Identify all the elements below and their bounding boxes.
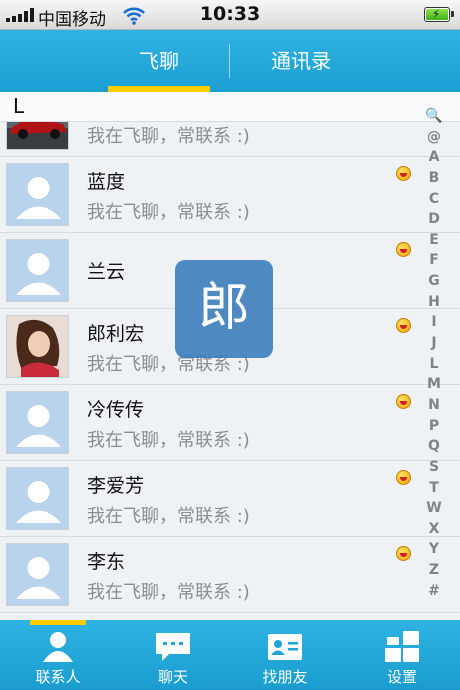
bottom-tab-find-friends[interactable]: 找朋友: [240, 620, 330, 690]
index-letter[interactable]: Q: [422, 436, 446, 457]
index-letter[interactable]: #: [422, 581, 446, 602]
index-letter[interactable]: G: [422, 271, 446, 292]
index-letter[interactable]: H: [422, 292, 446, 313]
settings-grid-icon: [385, 631, 419, 662]
contact-name: 蓝度: [87, 171, 126, 193]
contact-name: 冷传传: [87, 399, 145, 421]
top-tab-bar: 飞聊 通讯录: [0, 30, 460, 92]
index-letter[interactable]: L: [422, 354, 446, 375]
contact-status: 我在飞聊，常联系 :): [87, 202, 250, 223]
tab-contacts[interactable]: 通讯录: [226, 30, 376, 92]
contact-status: 我在飞聊，常联系 :): [87, 582, 250, 603]
tab-feiliao[interactable]: 飞聊: [84, 30, 234, 92]
index-letter[interactable]: D: [422, 209, 446, 230]
contact-row[interactable]: 李东 我在飞聊，常联系 :): [0, 537, 460, 613]
chat-bubble-icon: [156, 633, 190, 661]
index-letter[interactable]: A: [422, 147, 446, 168]
index-letter[interactable]: B: [422, 168, 446, 189]
contact-name: 李东: [87, 551, 126, 573]
online-smiley-icon: [396, 546, 411, 561]
bottom-tab-label: 找朋友: [262, 668, 308, 686]
index-letter[interactable]: N: [422, 395, 446, 416]
status-bar: 中国移动 10:33 ⚡: [0, 0, 460, 30]
contact-name: 兰云: [87, 261, 126, 283]
contact-name: 郎利宏: [87, 323, 145, 345]
contact-row[interactable]: 冷传传 我在飞聊，常联系 :): [0, 385, 460, 461]
bottom-tab-settings[interactable]: 设置: [357, 620, 447, 690]
index-letter[interactable]: E: [422, 230, 446, 251]
alphabet-index-bar[interactable]: 🔍 @ A B C D E F G H I J L M N P Q S T W X Y Z #: [422, 106, 446, 601]
index-letter[interactable]: T: [422, 478, 446, 499]
index-letter[interactable]: S: [422, 457, 446, 478]
contact-row[interactable]: 蓝度 我在飞聊，常联系 :): [0, 157, 460, 233]
contact-name: 李爱芳: [87, 475, 145, 497]
online-smiley-icon: [396, 242, 411, 257]
contact-avatar-woman-photo: [6, 315, 69, 378]
bottom-tab-contacts[interactable]: 联系人: [13, 620, 103, 690]
index-letter[interactable]: F: [422, 250, 446, 271]
default-person-icon: [6, 543, 69, 606]
index-letter[interactable]: M: [422, 374, 446, 395]
contact-status: 我在飞聊，常联系 :): [87, 430, 250, 451]
online-smiley-icon: [396, 318, 411, 333]
index-overlay-letter: 郎: [175, 260, 273, 358]
person-icon: [43, 632, 73, 662]
default-person-icon: [6, 239, 69, 302]
battery-charging-icon: ⚡: [424, 7, 454, 22]
bottom-tab-label: 聊天: [157, 668, 188, 686]
bottom-tab-bar: 联系人 聊天 找朋友 设置: [0, 620, 460, 690]
online-smiley-icon: [396, 166, 411, 181]
index-search-icon[interactable]: 🔍: [422, 106, 446, 127]
bottom-tab-label: 联系人: [35, 668, 81, 686]
index-letter[interactable]: I: [422, 312, 446, 333]
online-smiley-icon: [396, 394, 411, 409]
index-letter[interactable]: P: [422, 416, 446, 437]
section-letter: L: [13, 94, 25, 118]
index-letter[interactable]: @: [422, 127, 446, 148]
default-person-icon: [6, 391, 69, 454]
index-letter[interactable]: Y: [422, 539, 446, 560]
contact-row[interactable]: 李爱芳 我在飞聊，常联系 :): [0, 461, 460, 537]
index-letter[interactable]: Z: [422, 560, 446, 581]
index-letter[interactable]: J: [422, 333, 446, 354]
contact-status: 我在飞聊，常联系 :): [87, 506, 250, 527]
section-header: L: [0, 92, 460, 122]
bottom-tab-chat[interactable]: 聊天: [128, 620, 218, 690]
contact-status: 我在飞聊，常联系 :): [87, 126, 250, 147]
index-letter[interactable]: X: [422, 519, 446, 540]
clock: 10:33: [199, 3, 261, 25]
bottom-tab-label: 设置: [386, 668, 417, 686]
index-letter[interactable]: W: [422, 498, 446, 519]
default-person-icon: [6, 163, 69, 226]
online-smiley-icon: [396, 470, 411, 485]
contact-card-icon: [268, 634, 302, 660]
index-letter[interactable]: C: [422, 189, 446, 210]
default-person-icon: [6, 467, 69, 530]
